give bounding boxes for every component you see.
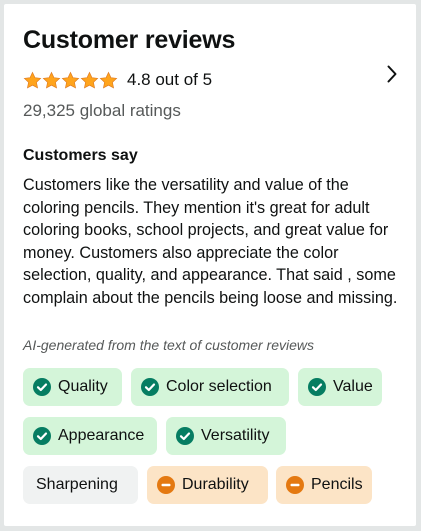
check-circle-icon [33,378,51,396]
aspect-chip-value[interactable]: Value [298,368,382,406]
rating-row[interactable]: 4.8 out of 5 [23,68,212,92]
customer-reviews-card: Customer reviews 4.8 out of 5 29,325 glo… [4,4,416,526]
global-ratings-count: 29,325 global ratings [23,101,181,120]
star-icon [23,71,42,89]
check-circle-icon [33,427,51,445]
check-circle-icon [176,427,194,445]
customers-say-heading: Customers say [23,147,138,164]
aspect-label: Durability [182,476,249,493]
aspect-label: Versatility [201,427,270,444]
star-icon [42,71,61,89]
minus-circle-icon [286,476,304,494]
minus-circle-icon [157,476,175,494]
check-circle-icon [308,378,326,396]
customers-say-summary: Customers like the versatility and value… [23,176,398,307]
reviews-title: Customer reviews [23,26,236,54]
aspect-chip-versatility[interactable]: Versatility [166,417,286,455]
star-icon [99,71,118,89]
ai-generated-note: AI-generated from the text of customer r… [23,337,315,353]
aspect-chip-quality[interactable]: Quality [23,368,122,406]
star-icon [61,71,80,89]
rating-text: 4.8 out of 5 [127,70,213,89]
aspect-label: Appearance [58,427,145,444]
aspect-chip-color-selection[interactable]: Color selection [131,368,289,406]
star-icon [80,71,99,89]
aspect-chip-appearance[interactable]: Appearance [23,417,157,455]
aspect-chip-pencils[interactable]: Pencils [276,466,372,504]
aspect-label: Pencils [311,476,363,493]
aspect-chip-durability[interactable]: Durability [147,466,268,504]
aspect-label: Color selection [166,378,272,395]
check-circle-icon [141,378,159,396]
star-rating [23,71,118,90]
chevron-right-icon[interactable] [382,62,402,86]
aspect-chip-sharpening[interactable]: Sharpening [23,466,138,504]
aspect-label: Value [333,378,373,395]
aspect-label: Quality [58,378,108,395]
aspect-label: Sharpening [36,476,118,493]
